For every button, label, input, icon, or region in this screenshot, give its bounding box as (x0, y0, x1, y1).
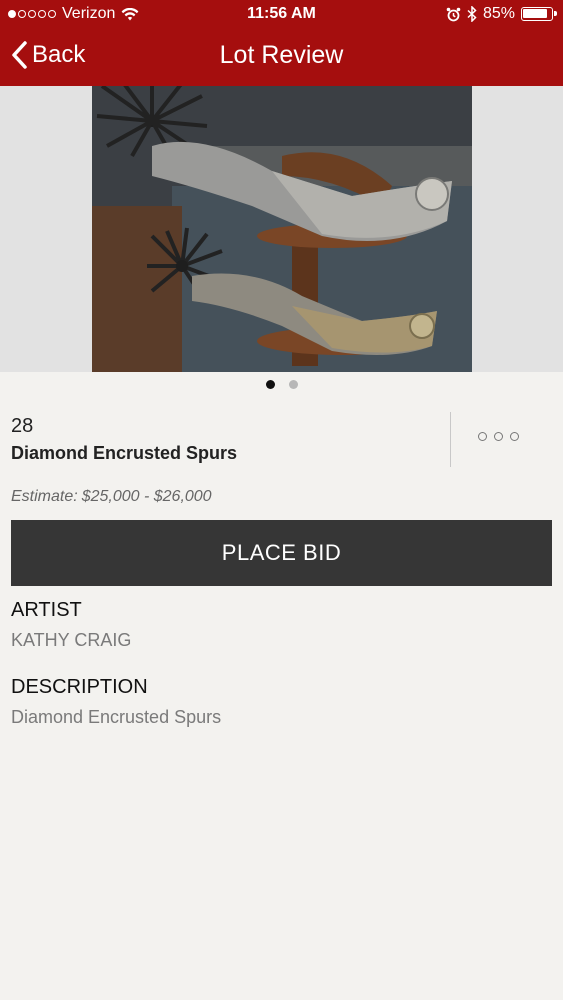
lot-number: 28 (11, 415, 34, 437)
divider (450, 412, 451, 467)
lot-title: Diamond Encrusted Spurs (11, 443, 238, 463)
lot-image-gallery[interactable] (0, 86, 563, 372)
estimate-value: $25,000 - $26,000 (81, 488, 212, 505)
more-dot-icon (478, 432, 487, 441)
estimate: Estimate: $25,000 - $26,000 (11, 488, 212, 506)
page-title: Lot Review (219, 41, 344, 69)
bluetooth-icon (467, 6, 477, 22)
place-bid-button[interactable]: PLACE BID (11, 520, 552, 586)
more-options-button[interactable] (478, 432, 519, 441)
battery-percent: 85% (482, 5, 515, 22)
alarm-icon (446, 7, 461, 21)
description-value: Diamond Encrusted Spurs (11, 707, 222, 727)
status-bar: Verizon 11:56 AM 85% (0, 0, 563, 30)
artist-heading: ARTIST (11, 599, 82, 621)
lot-photo (92, 86, 472, 372)
app-header: Verizon 11:56 AM 85% Back Lot Review (0, 0, 563, 86)
pager-dot-active[interactable] (265, 380, 275, 389)
artist-value: KATHY CRAIG (11, 630, 132, 650)
more-dot-icon (494, 432, 503, 441)
pager-dot[interactable] (288, 380, 298, 389)
image-pager[interactable] (0, 380, 563, 389)
nav-bar: Back Lot Review (0, 30, 563, 86)
more-dot-icon (510, 432, 519, 441)
battery-icon (521, 7, 557, 21)
status-right: 85% (446, 5, 557, 23)
description-heading: DESCRIPTION (11, 676, 148, 698)
estimate-label: Estimate: (11, 488, 78, 505)
